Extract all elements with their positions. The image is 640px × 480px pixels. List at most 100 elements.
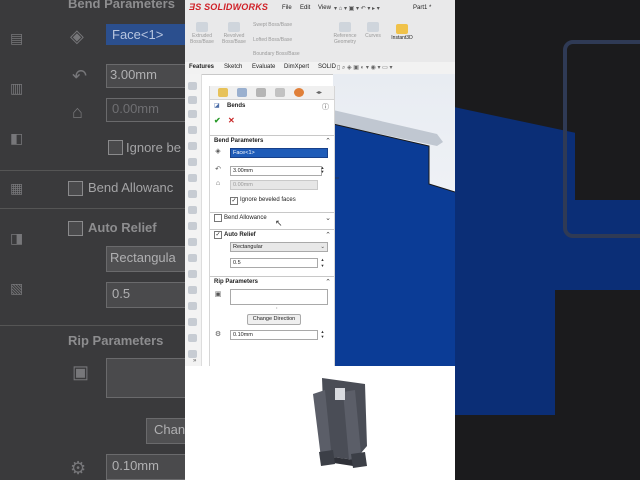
configuration-manager-icon[interactable] [256, 88, 266, 97]
tool-icon[interactable] [188, 82, 197, 90]
bg-ratio-value: 0.5 [112, 286, 131, 301]
property-manager-icon[interactable] [237, 88, 247, 97]
rip-gap-input[interactable]: 0.10mm [230, 330, 318, 340]
bg-part-edge [563, 40, 640, 238]
ignore-beveled-checkbox[interactable]: ✓ [230, 197, 238, 205]
radius-spin-down-icon[interactable]: ▼ [320, 170, 325, 174]
collapse-caret-icon[interactable]: ⌃ [325, 278, 331, 286]
bend-parameters-title: Bend Parameters [214, 138, 264, 144]
auto-relief-checkbox[interactable]: ✓ [214, 231, 222, 239]
tool-icon[interactable] [188, 318, 197, 326]
tool-icon[interactable] [188, 174, 197, 182]
expand-caret-icon[interactable]: ⌄ [325, 214, 331, 222]
display-manager-icon[interactable] [294, 88, 304, 97]
bend-allowance-section[interactable]: Bend Allowance ⌄ [210, 212, 334, 223]
left-icon-strip [185, 74, 202, 366]
ratio-spin-down-icon[interactable]: ▼ [320, 264, 325, 268]
rip-parameters-section[interactable]: Rip Parameters ⌃ [210, 276, 334, 287]
tool-icon[interactable] [188, 302, 197, 310]
bg-rip-icon: ▣ [72, 362, 90, 382]
tool-icon[interactable] [188, 206, 197, 214]
tool-icon[interactable] [188, 254, 197, 262]
bg-gap-value: 0.10mm [112, 458, 159, 473]
tool-icon[interactable] [188, 126, 197, 134]
bg-radius-icon: ↶ [72, 66, 88, 86]
ratio-spin-up-icon[interactable]: ▲ [320, 258, 325, 262]
menu-edit[interactable]: Edit [300, 5, 310, 11]
bend-parameters-section[interactable]: Bend Parameters ⌃ [210, 135, 334, 146]
rip-parameters-title: Rip Parameters [214, 279, 259, 285]
bends-property-manager: ◂▸ ◪ Bends ⓘ ✔ ✕ Bend Parameters ⌃ ◈ Fac… [209, 86, 335, 366]
help-icon[interactable]: ⓘ [322, 102, 329, 112]
menu-more-icons[interactable]: ▾ ⌂ ▾ ▣ ▾ ↶ ▾ ▸ ▾ [334, 5, 380, 12]
menu-file[interactable]: File [282, 5, 292, 11]
bg-face-icon: ◈ [70, 26, 84, 46]
tab-features[interactable]: Features [189, 64, 214, 70]
tool-icon[interactable] [188, 110, 197, 118]
cancel-button[interactable]: ✕ [228, 116, 235, 125]
instant3d-button[interactable]: Instant3D [387, 24, 417, 41]
bend-allowance-title: Bend Allowance [224, 215, 267, 221]
thickness-input[interactable]: 0.00mm [230, 180, 318, 190]
ok-button[interactable]: ✔ [214, 116, 221, 125]
reference-geometry-icon [339, 22, 351, 32]
auto-relief-section[interactable]: ✓ Auto Relief ⌃ [210, 229, 334, 240]
bg-relief-type: Rectangula [110, 250, 176, 265]
relief-type-value: Rectangular [233, 244, 263, 250]
feature-manager-icon[interactable] [218, 88, 228, 97]
view-toolbar-icons[interactable]: ▯ ⌕ ◈ ▣ ◐ ▾ ◉ ▾ ▭ ▾ [337, 64, 393, 72]
manager-tabs: ◂▸ [210, 86, 334, 100]
relief-type-select[interactable]: Rectangular ⌄ [230, 242, 328, 252]
curves-button[interactable]: Curves [363, 22, 383, 39]
tool-icon[interactable] [188, 270, 197, 278]
change-direction-button[interactable]: Change Direction [247, 314, 301, 325]
dimxpert-manager-icon[interactable] [275, 88, 285, 97]
bend-radius-icon: ↶ [215, 166, 221, 173]
boundary-boss-button[interactable]: Boundary Boss/Base [253, 51, 300, 57]
relief-ratio-input[interactable]: 0.5 [230, 258, 318, 268]
gap-spin-down-icon[interactable]: ▼ [320, 335, 325, 339]
bg-auto-relief-label: Auto Relief [88, 220, 157, 235]
tab-sketch[interactable]: Sketch [224, 64, 242, 70]
tab-solid[interactable]: SOLID [318, 64, 336, 70]
revolved-boss-button[interactable]: Revolved Boss/Base [221, 22, 247, 45]
lofted-boss-button[interactable]: Lofted Boss/Base [253, 37, 292, 43]
menu-view[interactable]: View [318, 5, 331, 11]
collapse-caret-icon[interactable]: ⌃ [325, 137, 331, 145]
title-toolbar: ƎS SOLIDWORKS File Edit View ▾ ⌂ ▾ ▣ ▾ ↶… [185, 0, 455, 63]
swept-boss-button[interactable]: Swept Boss/Base [253, 22, 292, 28]
bg-allowance-checkbox [68, 181, 83, 196]
tab-evaluate[interactable]: Evaluate [252, 64, 275, 70]
graphics-viewport[interactable] [333, 74, 455, 366]
fixed-face-field[interactable]: Face<1> [230, 148, 328, 158]
bg-radius-value: 3.00mm [110, 67, 157, 82]
tool-icon[interactable] [188, 350, 197, 358]
tool-icon[interactable] [188, 190, 197, 198]
tool-icon[interactable] [188, 96, 197, 104]
solidworks-logo: ƎS SOLIDWORKS [189, 2, 269, 12]
collapse-caret-icon[interactable]: ⌃ [325, 231, 331, 239]
extruded-boss-button[interactable]: Extruded Boss/Base [189, 22, 215, 45]
bg-rip-box [106, 358, 185, 398]
bg-ignore-checkbox [108, 140, 123, 155]
sheet-metal-part[interactable] [333, 74, 455, 366]
bg-strip-icon: ◨ [10, 230, 24, 246]
tool-icon[interactable] [188, 142, 197, 150]
tool-icon[interactable] [188, 222, 197, 230]
bracket-slot [335, 388, 345, 400]
tool-icon[interactable] [188, 334, 197, 342]
tab-dimxpert[interactable]: DimXpert [284, 64, 309, 70]
tab-scroll-arrows[interactable]: ◂▸ [316, 89, 322, 96]
list-resize-handle[interactable]: • [276, 305, 277, 310]
tool-icon[interactable] [188, 238, 197, 246]
bend-radius-input[interactable]: 3.00mm [230, 166, 322, 176]
reference-geometry-button[interactable]: Reference Geometry [330, 22, 360, 45]
bend-allowance-checkbox[interactable] [214, 214, 222, 222]
expand-arrows-icon[interactable]: » [193, 358, 196, 364]
part-face[interactable] [333, 124, 455, 366]
bg-face-field: Face<1> [106, 24, 185, 45]
solidworks-window: ƎS SOLIDWORKS File Edit View ▾ ⌂ ▾ ▣ ▾ ↶… [185, 0, 455, 480]
tool-icon[interactable] [188, 286, 197, 294]
tool-icon[interactable] [188, 158, 197, 166]
rip-edges-list[interactable] [230, 289, 328, 305]
